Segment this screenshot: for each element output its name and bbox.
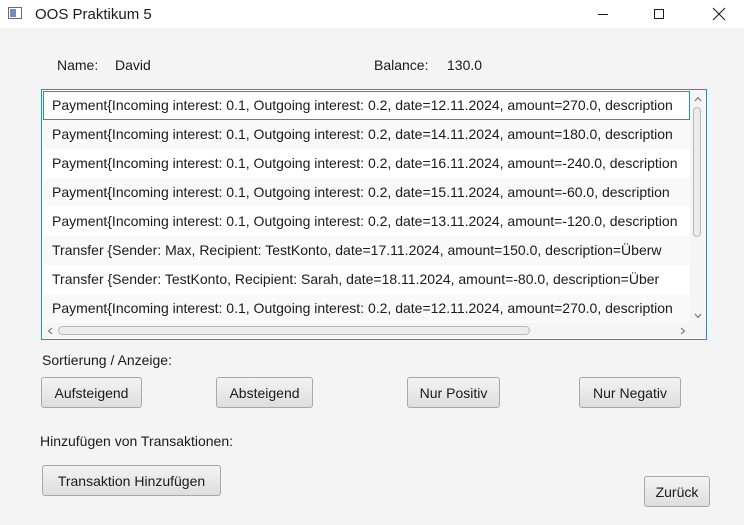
name-value: David — [115, 57, 151, 73]
list-item[interactable]: Transfer {Sender: Max, Recipient: TestKo… — [43, 236, 690, 265]
app-window: OOS Praktikum 5 Name: David Balance: 130… — [0, 0, 744, 525]
sort-descending-button[interactable]: Absteigend — [216, 377, 313, 408]
close-icon — [712, 7, 726, 21]
list-item[interactable]: Payment{Incoming interest: 0.1, Outgoing… — [43, 149, 690, 178]
add-transaction-button[interactable]: Transaktion Hinzufügen — [42, 465, 221, 496]
java-app-icon — [8, 7, 22, 19]
vertical-scroll-thumb[interactable] — [693, 107, 701, 237]
sort-ascending-button[interactable]: Aufsteigend — [41, 377, 142, 408]
list-item[interactable]: Payment{Incoming interest: 0.1, Outgoing… — [43, 178, 690, 207]
name-label: Name: — [57, 57, 99, 73]
scroll-down-icon[interactable] — [691, 309, 705, 323]
list-item[interactable]: Payment{Incoming interest: 0.1, Outgoing… — [43, 91, 690, 120]
sort-section-label: Sortierung / Anzeige: — [42, 352, 172, 368]
horizontal-scrollbar[interactable] — [43, 323, 706, 338]
title-bar[interactable]: OOS Praktikum 5 — [0, 0, 744, 28]
add-section-label: Hinzufügen von Transaktionen: — [40, 433, 234, 449]
only-positive-button[interactable]: Nur Positiv — [407, 377, 500, 408]
minimize-icon — [598, 14, 608, 15]
back-button[interactable]: Zurück — [644, 476, 710, 507]
list-item[interactable]: Payment{Incoming interest: 0.1, Outgoing… — [43, 207, 690, 236]
balance-label: Balance: — [374, 57, 429, 73]
close-button[interactable] — [696, 0, 742, 28]
list-item[interactable]: Payment{Incoming interest: 0.1, Outgoing… — [43, 294, 690, 323]
only-negative-button[interactable]: Nur Negativ — [579, 377, 681, 408]
scroll-up-icon[interactable] — [691, 92, 705, 106]
list-item[interactable]: Payment{Incoming interest: 0.1, Outgoing… — [43, 120, 690, 149]
vertical-scrollbar[interactable] — [690, 91, 705, 324]
horizontal-scroll-thumb[interactable] — [58, 326, 530, 335]
transaction-list[interactable]: Payment{Incoming interest: 0.1, Outgoing… — [41, 89, 707, 340]
maximize-button[interactable] — [636, 0, 682, 28]
balance-value: 130.0 — [447, 57, 483, 73]
list-item[interactable]: Transfer {Sender: TestKonto, Recipient: … — [43, 265, 690, 294]
scroll-left-icon[interactable] — [43, 324, 57, 338]
maximize-icon — [654, 9, 664, 19]
window-title: OOS Praktikum 5 — [35, 6, 152, 23]
scroll-right-icon[interactable] — [676, 324, 690, 338]
minimize-button[interactable] — [580, 0, 626, 28]
